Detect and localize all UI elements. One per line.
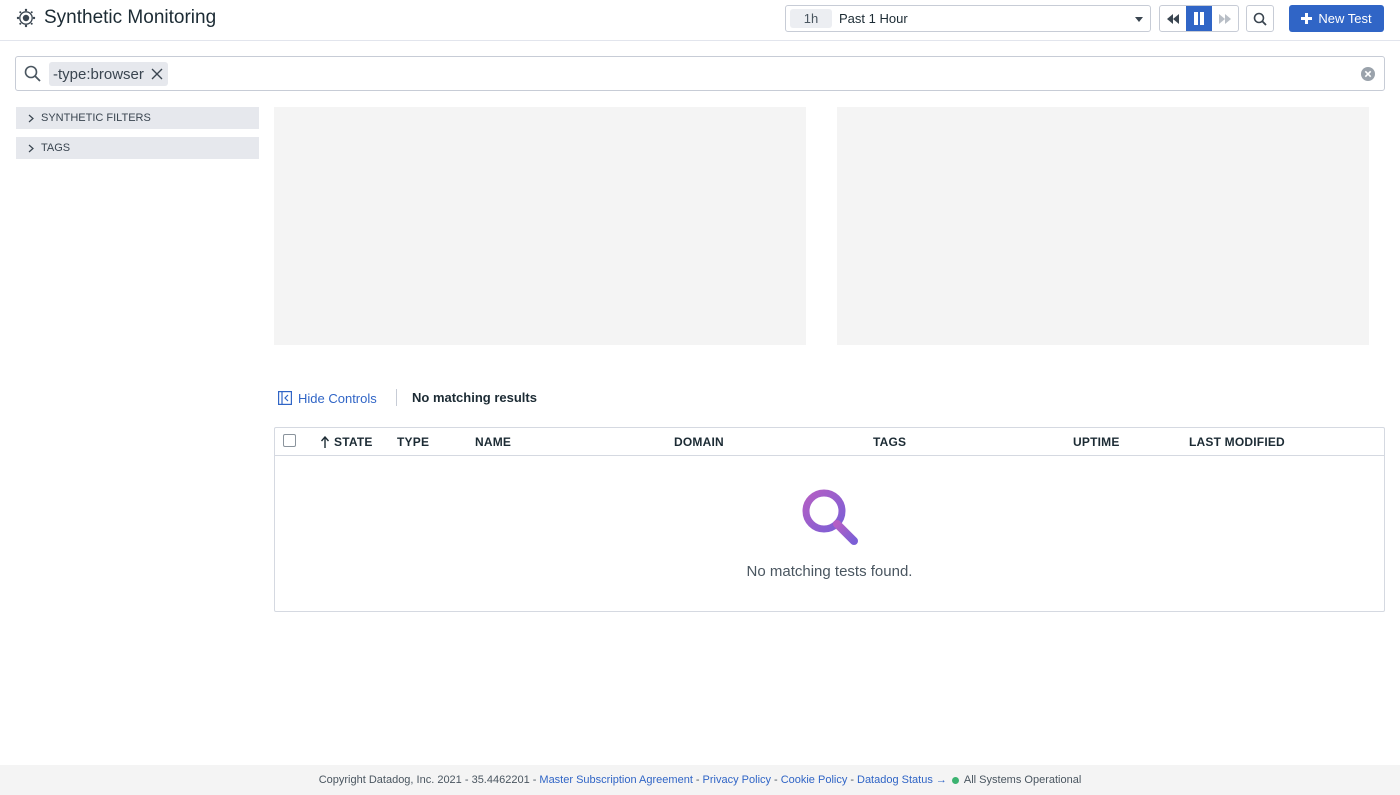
plus-icon — [1301, 13, 1313, 24]
rewind-icon — [1167, 13, 1179, 24]
hide-controls-label: Hide Controls — [298, 390, 377, 406]
search-query-bar[interactable]: -type:browser — [15, 56, 1385, 91]
query-filter-chip[interactable]: -type:browser — [49, 62, 168, 86]
footer-separator: - — [695, 774, 700, 786]
empty-state-message: No matching tests found. — [746, 563, 913, 580]
top-header: Synthetic Monitoring 1h Past 1 Hour New … — [0, 0, 1400, 41]
divider — [396, 389, 397, 406]
pause-button[interactable] — [1186, 6, 1212, 31]
footer: Copyright Datadog, Inc. 2021 - 35.446220… — [0, 765, 1400, 795]
facet-label: TAGS — [41, 142, 71, 154]
chart-placeholder-right — [837, 107, 1369, 345]
column-header-domain[interactable]: DOMAIN — [674, 435, 724, 449]
new-test-label: New Test — [1318, 11, 1372, 26]
status-ok-icon — [951, 776, 959, 784]
link-cookie-policy[interactable]: Cookie Policy — [781, 774, 848, 786]
link-master-subscription-agreement[interactable]: Master Subscription Agreement — [539, 774, 692, 786]
link-datadog-status[interactable]: Datadog Status → — [857, 774, 947, 786]
sort-ascending-icon — [320, 436, 330, 448]
close-icon — [151, 68, 163, 80]
facet-synthetic-filters[interactable]: SYNTHETIC FILTERS — [16, 107, 259, 129]
column-header-name[interactable]: NAME — [475, 435, 511, 449]
pause-icon — [1194, 12, 1204, 25]
link-privacy-policy[interactable]: Privacy Policy — [703, 774, 771, 786]
zoom-search-button[interactable] — [1246, 5, 1274, 32]
time-range-picker[interactable]: 1h Past 1 Hour — [785, 5, 1151, 32]
caret-down-icon[interactable] — [1134, 14, 1144, 24]
table-header: STATE TYPE NAME DOMAIN TAGS UPTIME LAST … — [275, 428, 1384, 456]
facet-tags[interactable]: TAGS — [16, 137, 259, 159]
column-header-type[interactable]: TYPE — [397, 435, 429, 449]
collapse-panel-icon — [278, 391, 292, 405]
remove-filter-button[interactable] — [150, 67, 164, 81]
magnifier-icon — [802, 489, 858, 545]
query-filter-text: -type:browser — [53, 65, 144, 83]
systems-status-text: All Systems Operational — [963, 774, 1082, 786]
column-header-last-modified[interactable]: LAST MODIFIED — [1189, 435, 1285, 449]
chevron-right-icon — [28, 144, 34, 152]
tests-table: STATE TYPE NAME DOMAIN TAGS UPTIME LAST … — [274, 427, 1385, 612]
footer-copyright: Copyright Datadog, Inc. 2021 - 35.446220… — [318, 774, 537, 786]
playback-controls — [1159, 5, 1239, 32]
facet-label: SYNTHETIC FILTERS — [41, 112, 151, 124]
search-icon — [24, 65, 41, 82]
page-title: Synthetic Monitoring — [44, 7, 217, 28]
new-test-button[interactable]: New Test — [1289, 5, 1384, 32]
time-range-shortcut: 1h — [790, 9, 832, 28]
select-all-checkbox[interactable] — [283, 434, 296, 447]
results-count-label: No matching results — [412, 390, 537, 405]
column-header-uptime[interactable]: UPTIME — [1073, 435, 1120, 449]
column-header-tags[interactable]: TAGS — [873, 435, 906, 449]
fast-forward-button[interactable] — [1212, 6, 1238, 31]
time-range-label: Past 1 Hour — [839, 11, 908, 26]
footer-separator: - — [774, 774, 778, 786]
chart-placeholder-left — [274, 107, 806, 345]
fast-forward-icon — [1219, 13, 1231, 24]
footer-separator: - — [850, 774, 854, 786]
rewind-button[interactable] — [1160, 6, 1186, 31]
chevron-right-icon — [28, 114, 34, 122]
synthetics-logo-icon — [16, 8, 36, 28]
search-icon — [1253, 12, 1267, 26]
column-header-state[interactable]: STATE — [334, 435, 373, 449]
clear-search-icon[interactable] — [1361, 67, 1375, 81]
hide-controls-button[interactable]: Hide Controls — [278, 389, 377, 407]
